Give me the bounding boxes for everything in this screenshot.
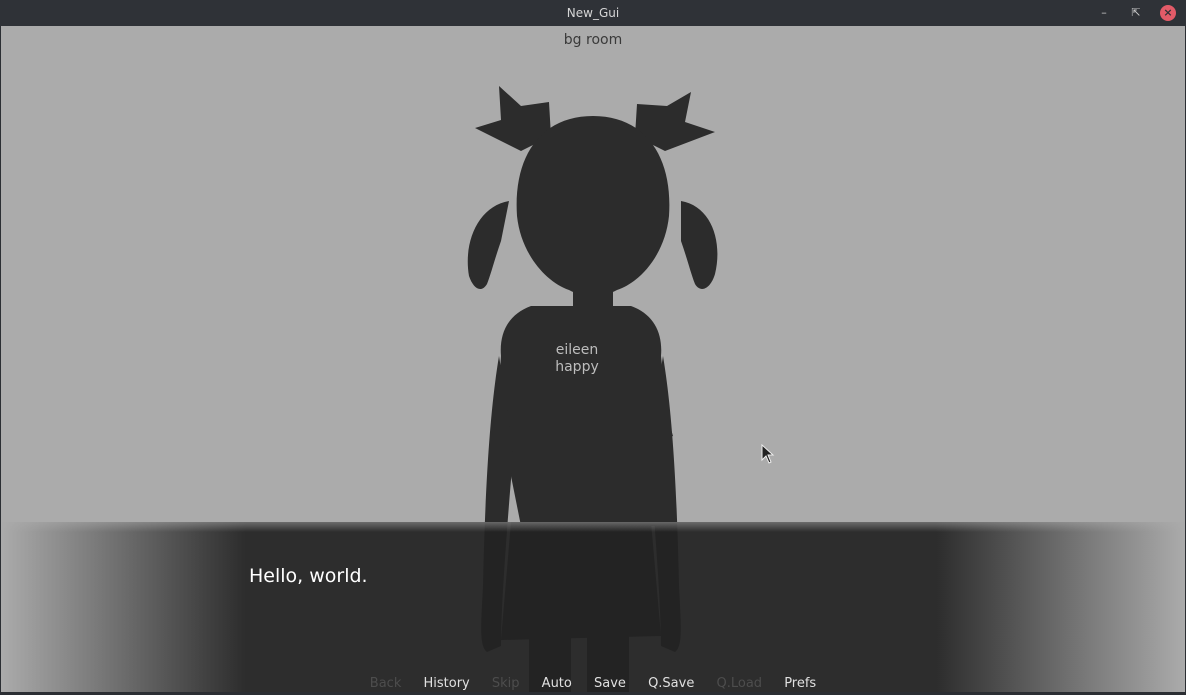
quick-save-button[interactable]: Q.Save (648, 676, 694, 691)
save-button[interactable]: Save (594, 676, 626, 691)
prefs-button[interactable]: Prefs (784, 676, 816, 691)
minimize-icon[interactable]: – (1096, 5, 1112, 21)
dialogue-box[interactable]: Hello, world. (1, 522, 1185, 692)
dialogue-text: Hello, world. (249, 565, 368, 587)
character-label: eileen happy (541, 342, 613, 376)
window-titlebar: New_Gui – ⇱ × (0, 0, 1186, 26)
maximize-icon[interactable]: ⇱ (1128, 5, 1144, 21)
quick-menu: Back History Skip Auto Save Q.Save Q.Loa… (1, 676, 1185, 691)
back-button[interactable]: Back (370, 676, 402, 691)
character-name: eileen (555, 342, 599, 358)
character-expression: happy (555, 359, 599, 375)
skip-button[interactable]: Skip (492, 676, 520, 691)
game-viewport[interactable]: bg room eileen happy Hello, world. Back … (1, 26, 1185, 692)
mouse-cursor-icon (761, 444, 775, 464)
window-title: New_Gui (566, 6, 620, 20)
history-button[interactable]: History (423, 676, 469, 691)
close-icon[interactable]: × (1160, 5, 1176, 21)
auto-button[interactable]: Auto (542, 676, 572, 691)
quick-load-button[interactable]: Q.Load (716, 676, 762, 691)
